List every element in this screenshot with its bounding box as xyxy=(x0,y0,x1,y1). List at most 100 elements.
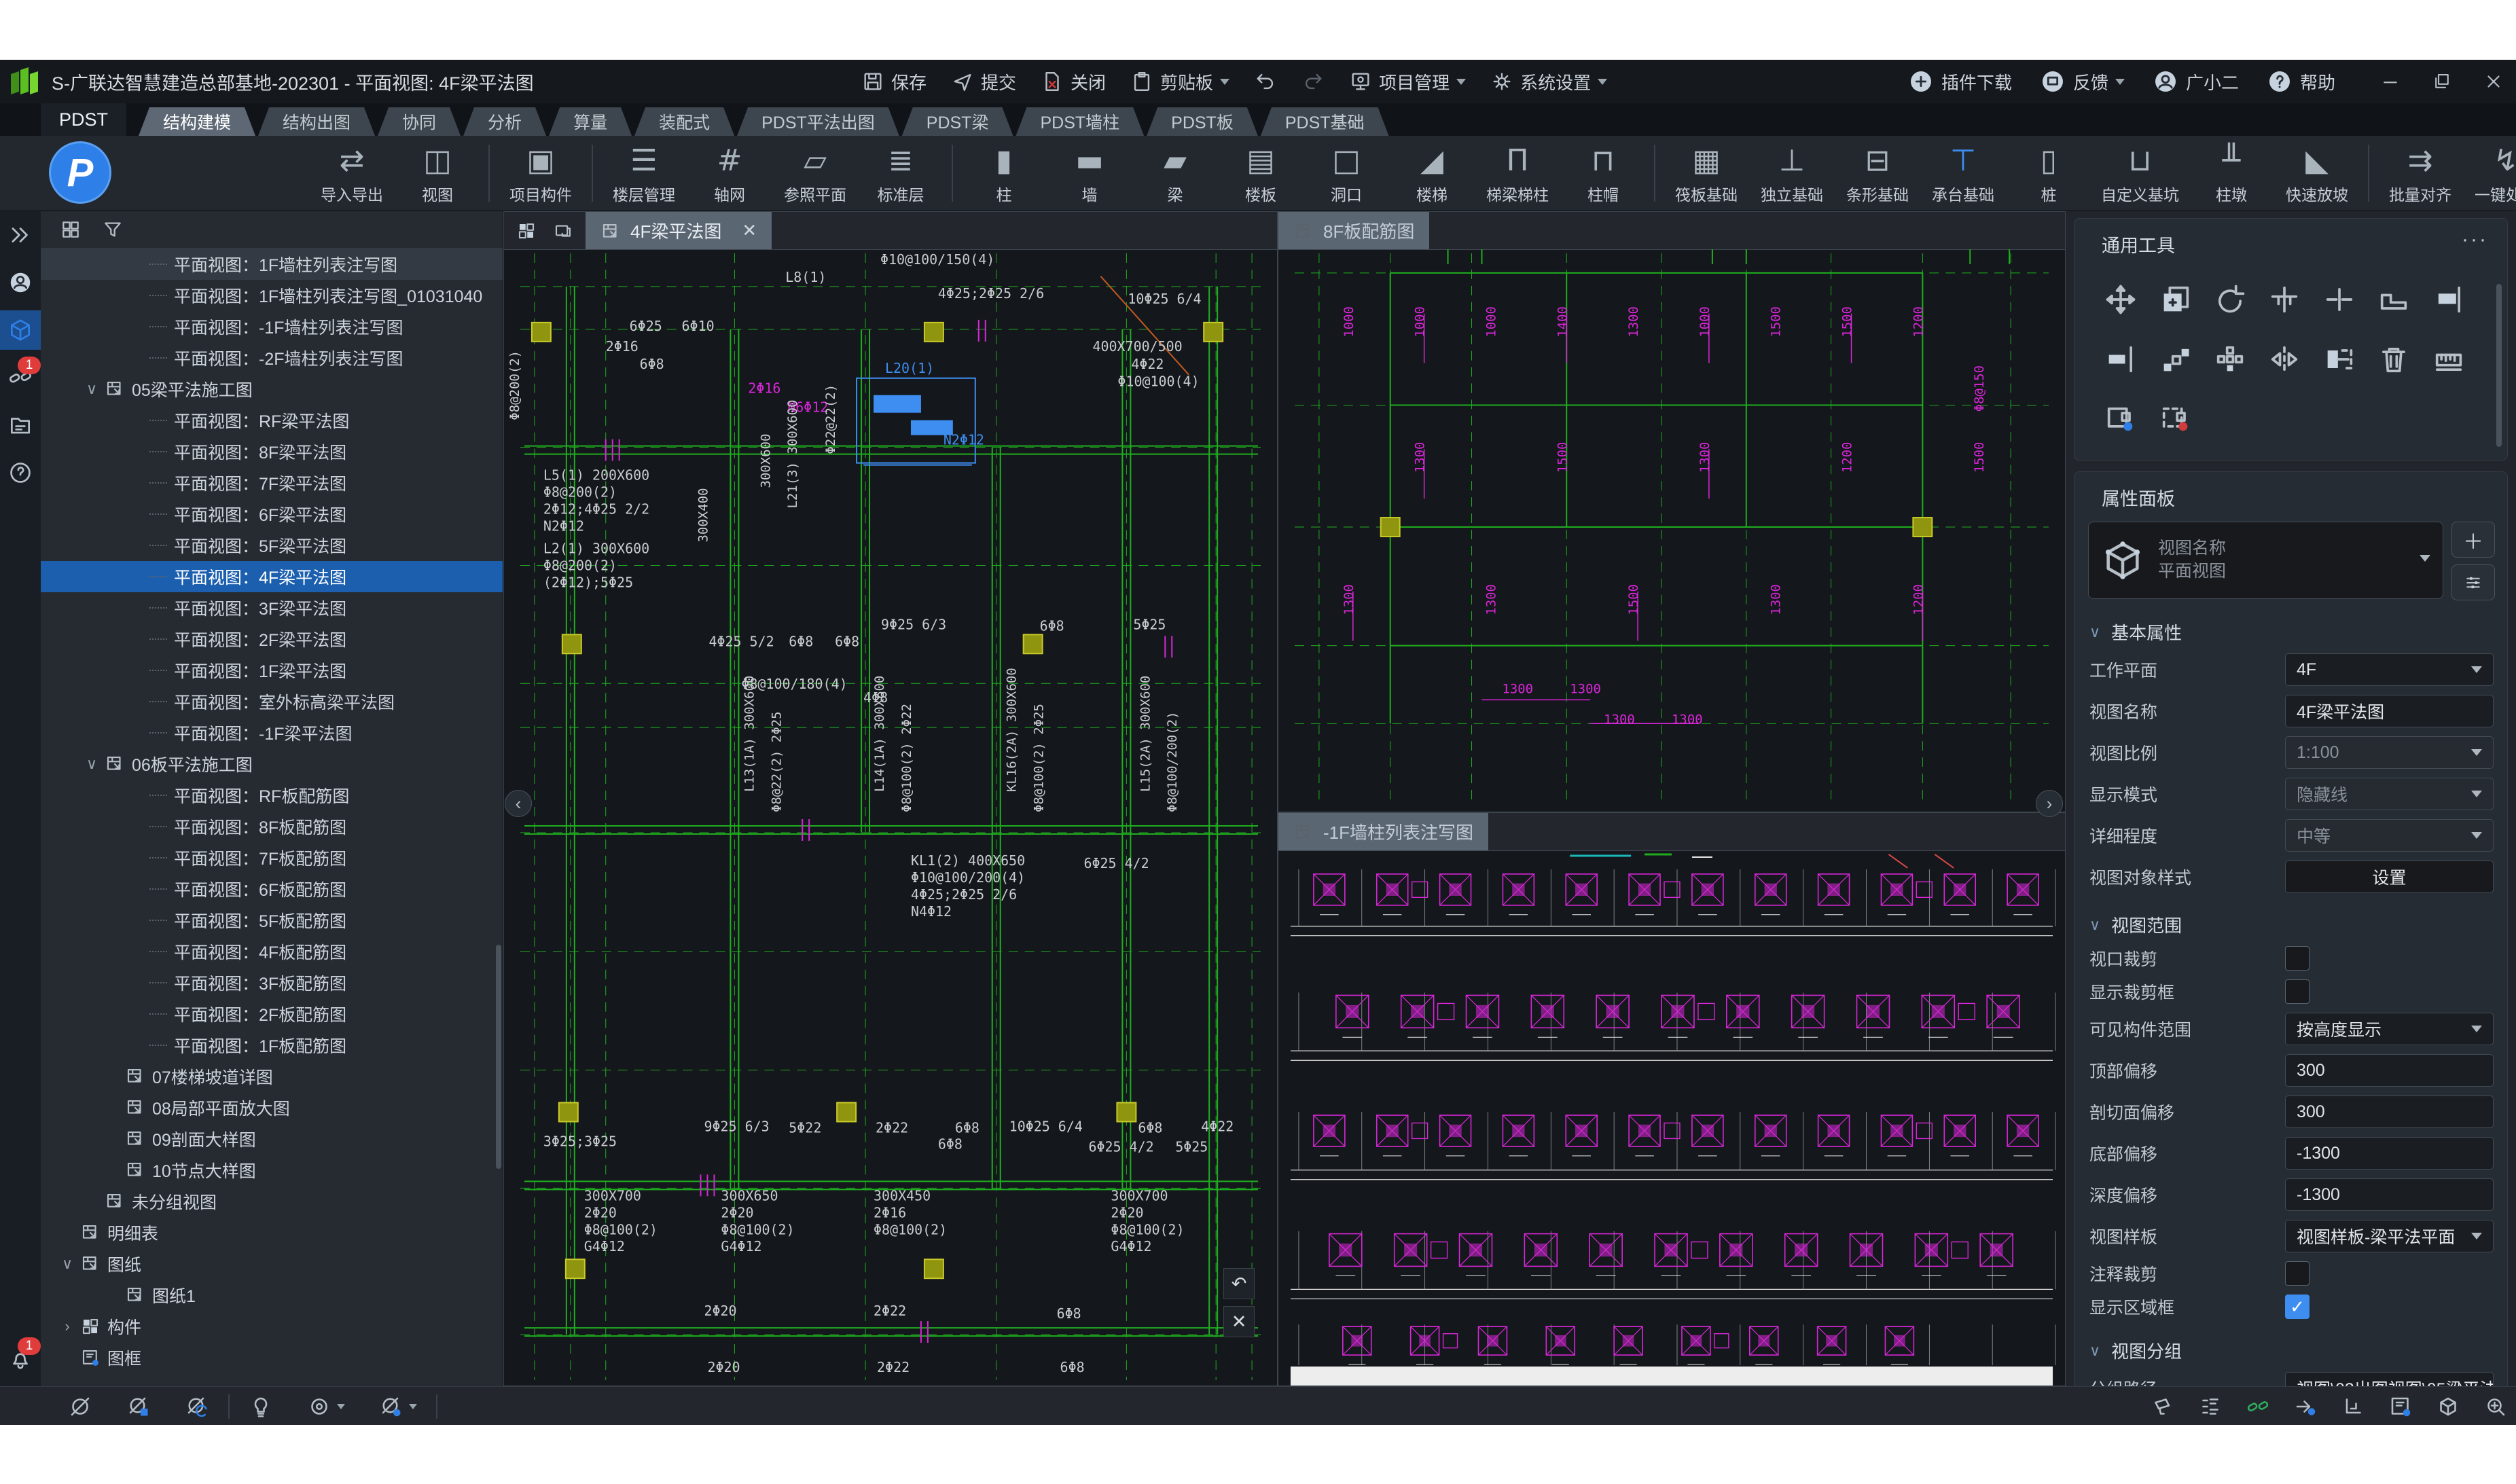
input-顶部偏移[interactable]: 300 xyxy=(2285,1054,2494,1087)
maximize-button[interactable] xyxy=(2432,71,2452,92)
tree-item-view[interactable]: 平面视图：7F梁平法图 xyxy=(41,467,503,499)
gt-stretch[interactable] xyxy=(2322,342,2357,377)
sb-box3d[interactable] xyxy=(2436,1394,2460,1419)
checkbox-checked[interactable]: ✓ xyxy=(2285,1295,2310,1319)
tool-project-component[interactable]: ▣项目构件 xyxy=(498,136,583,211)
add-property-button[interactable]: ＋ xyxy=(2451,522,2495,558)
gt-match-properties[interactable] xyxy=(2103,401,2138,437)
gt-measure[interactable] xyxy=(2431,342,2466,377)
gt-array[interactable] xyxy=(2212,342,2248,377)
checkbox-unchecked[interactable] xyxy=(2285,979,2310,1004)
tree-item-view[interactable]: 平面视图：1F梁平法图 xyxy=(41,655,503,686)
tree-item-group[interactable]: 08局部平面放大图 xyxy=(41,1092,503,1123)
titlebar-feedback[interactable]: 反馈 xyxy=(2039,68,2125,95)
tree-item-group[interactable]: 09剖面大样图 xyxy=(41,1123,503,1155)
tree-item-view[interactable]: 平面视图：8F板配筋图 xyxy=(41,811,503,842)
sb-hide-category[interactable] xyxy=(126,1394,151,1419)
sb-sheet-panel[interactable] xyxy=(2388,1394,2413,1419)
tool-stair-beam-column[interactable]: Π梯梁梯柱 xyxy=(1475,136,1560,211)
more-options-icon[interactable]: ··· xyxy=(2462,228,2488,251)
ribbon-tab-6[interactable]: PDST平法出图 xyxy=(737,107,899,136)
tree-item-view[interactable]: 平面视图：-1F梁平法图 xyxy=(41,717,503,748)
gt-copy[interactable] xyxy=(2158,282,2193,317)
gt-trim[interactable] xyxy=(2267,282,2302,317)
tile-windows-icon[interactable] xyxy=(516,221,537,241)
tool-isolated-foundation[interactable]: ⊥独立基础 xyxy=(1749,136,1835,211)
redo-icon[interactable] xyxy=(1301,70,1325,93)
tree-scrollbar[interactable] xyxy=(496,945,501,1169)
tool-pile[interactable]: ▯桩 xyxy=(2006,136,2091,211)
tree-item-view[interactable]: 平面视图：1F板配筋图 xyxy=(41,1030,503,1061)
input-剖切面偏移[interactable]: 300 xyxy=(2285,1096,2494,1128)
tool-raft-foundation[interactable]: ▦筏板基础 xyxy=(1664,136,1749,211)
ribbon-tab-1[interactable]: 结构出图 xyxy=(258,107,375,136)
pdst-logo-icon[interactable]: P xyxy=(49,141,111,204)
gt-match-properties-region[interactable] xyxy=(2158,401,2193,437)
select-可见构件范围[interactable]: 按高度显示 xyxy=(2285,1013,2494,1045)
select-显示模式[interactable]: 隐藏线 xyxy=(2285,778,2494,810)
tool-column-pier[interactable]: ╨柱墩 xyxy=(2189,136,2274,211)
tree-item-component[interactable]: ›构件 xyxy=(41,1311,503,1342)
rail-model-cube[interactable] xyxy=(0,310,41,350)
tool-standard-floor[interactable]: ≣标准层 xyxy=(858,136,943,211)
tree-item-group[interactable]: 未分组视图 xyxy=(41,1186,503,1217)
menu-save[interactable]: 保存 xyxy=(861,69,927,94)
tool-column[interactable]: ▮柱 xyxy=(961,136,1047,211)
beam-plan-drawing[interactable]: L8(1)Φ10@100/150(4)4Φ25;2Φ25 2/610Φ25 6/… xyxy=(504,249,1277,1386)
tree-item-view[interactable]: 平面视图：8F梁平法图 xyxy=(41,436,503,467)
sb-temporary-hide[interactable] xyxy=(379,1394,417,1419)
select-视图样板[interactable]: 视图样板-梁平法平面 xyxy=(2285,1220,2494,1252)
ribbon-tab-7[interactable]: PDST梁 xyxy=(902,107,1013,136)
reset-view-icon[interactable]: ↶ xyxy=(1223,1268,1255,1299)
ribbon-tab-8[interactable]: PDST墙柱 xyxy=(1016,107,1144,136)
tab-4f-beam-plan[interactable]: 4F梁平法图 ✕ xyxy=(586,212,772,249)
ribbon-tab-10[interactable]: PDST基础 xyxy=(1261,107,1389,136)
tree-item-group[interactable]: 10节点大样图 xyxy=(41,1155,503,1186)
tool-strip-foundation[interactable]: ⊟条形基础 xyxy=(1835,136,1920,211)
rail-link[interactable]: 1 xyxy=(0,358,41,397)
sb-pour[interactable] xyxy=(2151,1394,2175,1419)
rail-expand-panel[interactable] xyxy=(0,215,41,255)
panel-expand-arrow[interactable]: › xyxy=(2036,790,2063,817)
gt-move[interactable] xyxy=(2103,282,2138,317)
ribbon-tab-3[interactable]: 分析 xyxy=(463,107,546,136)
menu-gear[interactable]: 系统设置 xyxy=(1490,69,1607,94)
tool-one-key-process[interactable]: ↯一键处理 xyxy=(2463,136,2516,211)
sb-corner-snap[interactable] xyxy=(2341,1394,2365,1419)
tree-item-group[interactable]: 图纸1 xyxy=(41,1280,503,1311)
gt-end-align[interactable] xyxy=(2103,342,2138,377)
gt-mirror[interactable] xyxy=(2267,342,2302,377)
tool-import-export[interactable]: ⇄导入导出 xyxy=(309,136,395,211)
gt-split[interactable] xyxy=(2322,282,2357,317)
undo-icon[interactable] xyxy=(1254,70,1277,93)
sb-bulb[interactable] xyxy=(249,1394,273,1419)
tab-minus1f-wall-column[interactable]: -1F墙柱列表注写图 xyxy=(1278,813,1488,850)
titlebar-plugin[interactable]: 插件下载 xyxy=(1907,68,2012,95)
tool-reference-plane[interactable]: ▱参照平面 xyxy=(772,136,858,211)
sb-reset-hidden[interactable] xyxy=(185,1394,209,1419)
chevron-down-icon[interactable]: ∨ xyxy=(84,380,99,398)
tree-item-view[interactable]: 平面视图：RF板配筋图 xyxy=(41,780,503,811)
ribbon-tab-5[interactable]: 装配式 xyxy=(634,107,734,136)
ribbon-tab-4[interactable]: 算量 xyxy=(549,107,632,136)
sb-zoom-extents[interactable] xyxy=(2483,1394,2508,1419)
tree-item-group[interactable]: ∨图纸 xyxy=(41,1248,503,1280)
tree-item-group[interactable]: ∨06板平法施工图 xyxy=(41,748,503,780)
select-详细程度[interactable]: 中等 xyxy=(2285,819,2494,852)
tree-item-group[interactable]: ∨05梁平法施工图 xyxy=(41,374,503,405)
gt-stair-array[interactable] xyxy=(2158,342,2193,377)
tool-wall[interactable]: ▬墙 xyxy=(1047,136,1132,211)
tree-item-view[interactable]: 平面视图：1F墙柱列表注写图_01031040 xyxy=(41,280,503,311)
tree-item-view[interactable]: 平面视图：1F墙柱列表注写图 xyxy=(41,249,503,280)
section-header[interactable]: ∨视图分组 xyxy=(2089,1338,2507,1363)
close-button[interactable] xyxy=(2483,71,2504,92)
tool-slab[interactable]: ▤楼板 xyxy=(1218,136,1304,211)
menu-close-doc[interactable]: 关闭 xyxy=(1041,69,1106,94)
rail-bell[interactable]: 1 xyxy=(0,1339,41,1378)
tab-close-icon[interactable]: ✕ xyxy=(742,220,757,241)
checkbox-unchecked[interactable] xyxy=(2285,1261,2310,1286)
sb-link-manage[interactable] xyxy=(2246,1394,2270,1419)
rail-folder[interactable] xyxy=(0,405,41,445)
select-视图比例[interactable]: 1:100 xyxy=(2285,736,2494,769)
tree-item-view[interactable]: 平面视图：5F梁平法图 xyxy=(41,530,503,561)
